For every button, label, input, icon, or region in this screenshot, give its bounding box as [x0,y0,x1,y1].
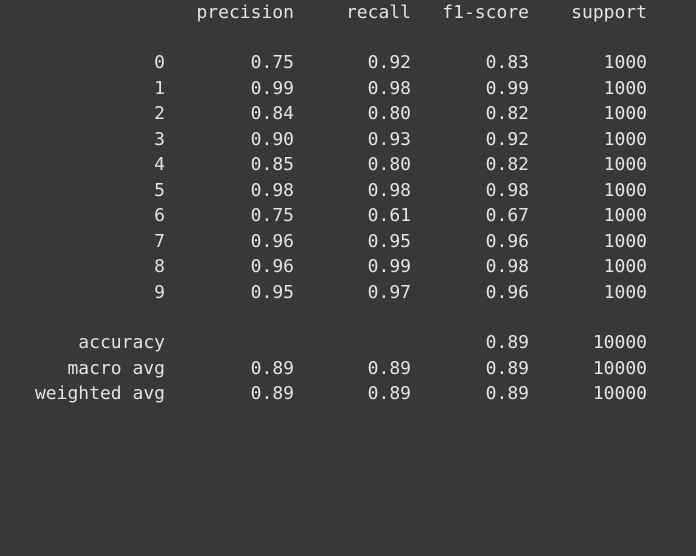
row-recall: 0.95 [367,230,411,252]
row-f1-score: 0.98 [485,256,529,277]
row-label: 4 [154,154,165,175]
row-f1-score: 0.98 [485,179,529,201]
row-support: 10000 [592,332,647,353]
table-row: 9 0.95 0.97 0.96 1000 [0,280,696,305]
row-support: 1000 [603,179,647,201]
classification-report: precision recall f1-score support 0 0.75… [0,0,696,429]
row-precision: 0.75 [250,205,294,226]
row-precision: 0.85 [250,154,294,175]
row-support: 1000 [603,230,647,252]
table-row: 8 0.96 0.99 0.98 1000 [0,254,696,279]
row-recall: 0.97 [367,281,411,303]
row-support: 1000 [603,128,647,150]
row-recall: 0.99 [367,256,411,277]
row-support: 1000 [603,52,647,73]
row-recall: 0.89 [367,383,411,404]
row-support: 10000 [592,357,647,379]
row-label: 8 [154,256,165,277]
row-f1-score: 0.96 [485,230,529,252]
header-support: support [571,2,647,23]
table-row: 2 0.84 0.80 0.82 1000 [0,101,696,126]
row-f1-score: 0.83 [485,52,529,73]
row-f1-score: 0.99 [485,77,529,99]
table-row: 1 0.99 0.98 0.99 1000 [0,76,696,101]
row-label: 2 [154,103,165,124]
row-precision: 0.90 [250,128,294,150]
row-recall: 0.61 [367,205,411,226]
row-label: accuracy [78,332,165,353]
weighted-avg-row: weighted avg 0.89 0.89 0.89 10000 [0,381,696,406]
row-precision: 0.84 [250,103,294,124]
row-f1-score: 0.89 [485,383,529,404]
row-f1-score: 0.67 [485,205,529,226]
row-recall: 0.93 [367,128,411,150]
header-f1-score: f1-score [442,2,529,23]
macro-avg-row: macro avg 0.89 0.89 0.89 10000 [0,356,696,381]
table-row: 5 0.98 0.98 0.98 1000 [0,178,696,203]
row-f1-score: 0.92 [485,128,529,150]
row-precision: 0.75 [250,52,294,73]
row-f1-score: 0.89 [485,357,529,379]
row-precision: 0.89 [250,383,294,404]
row-label: 7 [154,230,165,252]
header-row: precision recall f1-score support [0,0,696,25]
table-row: 3 0.90 0.93 0.92 1000 [0,127,696,152]
row-precision: 0.96 [250,230,294,252]
row-recall: 0.98 [367,179,411,201]
row-precision: 0.89 [250,357,294,379]
row-precision: 0.98 [250,179,294,201]
row-label: 9 [154,281,165,303]
row-precision: 0.96 [250,256,294,277]
row-label: 5 [154,179,165,201]
row-recall: 0.98 [367,77,411,99]
row-recall: 0.80 [367,154,411,175]
row-support: 10000 [592,383,647,404]
row-f1-score: 0.82 [485,103,529,124]
row-f1-score: 0.89 [485,332,529,353]
row-label: 0 [154,52,165,73]
row-support: 1000 [603,154,647,175]
row-label: macro avg [67,357,165,379]
row-support: 1000 [603,103,647,124]
row-support: 1000 [603,205,647,226]
row-support: 1000 [603,256,647,277]
row-support: 1000 [603,281,647,303]
row-recall: 0.92 [367,52,411,73]
row-recall: 0.89 [367,357,411,379]
accuracy-row: accuracy 0.89 10000 [0,330,696,355]
table-row: 0 0.75 0.92 0.83 1000 [0,50,696,75]
row-precision: 0.95 [250,281,294,303]
row-f1-score: 0.82 [485,154,529,175]
row-label: 1 [154,77,165,99]
header-precision: precision [196,2,294,23]
table-row: 4 0.85 0.80 0.82 1000 [0,152,696,177]
row-f1-score: 0.96 [485,281,529,303]
table-row: 6 0.75 0.61 0.67 1000 [0,203,696,228]
row-label: 6 [154,205,165,226]
table-row: 7 0.96 0.95 0.96 1000 [0,229,696,254]
row-recall: 0.80 [367,103,411,124]
row-label: weighted avg [34,383,165,404]
row-precision: 0.99 [250,77,294,99]
header-recall: recall [345,2,411,23]
row-support: 1000 [603,77,647,99]
row-label: 3 [154,128,165,150]
